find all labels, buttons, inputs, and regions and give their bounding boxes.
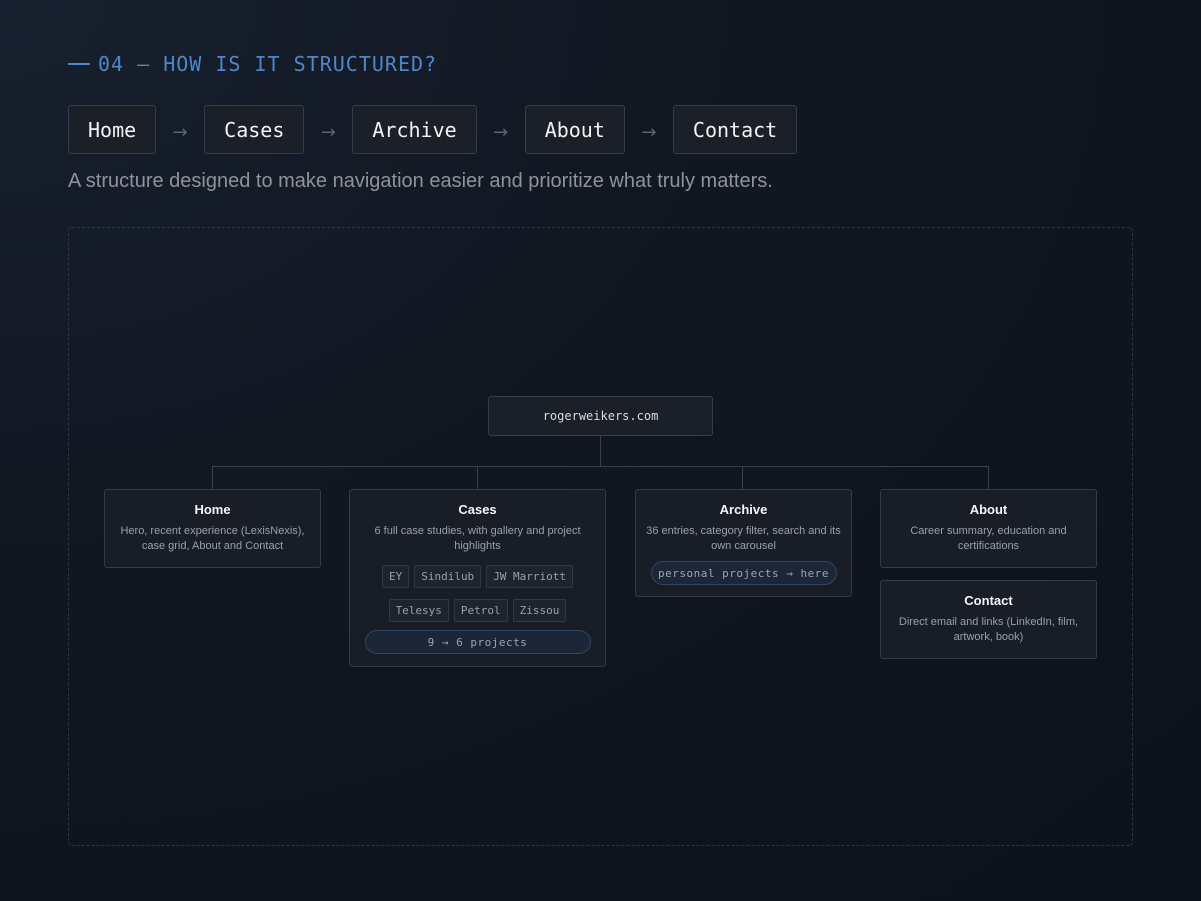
- case-tag: JW Marriott: [486, 565, 574, 588]
- case-tag: Petrol: [453, 599, 508, 622]
- sitemap-node-archive: Archive 36 entries, category filter, sea…: [635, 489, 852, 597]
- node-title: Cases: [458, 502, 497, 517]
- case-tags-row: EY Sindilub JW Marriott: [350, 565, 605, 588]
- section-subtitle: A structure designed to make navigation …: [68, 170, 773, 192]
- node-description: 36 entries, category filter, search and …: [646, 525, 841, 552]
- sitemap-node-home: Home Hero, recent experience (LexisNexis…: [104, 489, 321, 568]
- nav-flow-item-about: About: [524, 105, 625, 154]
- case-tags-row: Telesys Petrol Zissou: [350, 599, 605, 622]
- nav-flow-arrow-icon: →: [493, 122, 509, 143]
- section-eyebrow-text: 04 — HOW IS IT STRUCTURED?: [98, 52, 438, 76]
- connector-about: [988, 466, 989, 490]
- nav-flow: Home → Cases → Archive → About → Contact: [68, 105, 798, 154]
- section-eyebrow: 04 — HOW IS IT STRUCTURED?: [68, 52, 437, 76]
- nav-flow-item-contact: Contact: [672, 105, 798, 154]
- cases-count-pill: 9 → 6 projects: [364, 630, 591, 654]
- eyebrow-dash: [68, 63, 90, 65]
- case-tag: Zissou: [512, 599, 567, 622]
- node-description: 6 full case studies, with gallery and pr…: [374, 525, 581, 552]
- node-title: Archive: [719, 502, 768, 517]
- node-title: About: [969, 502, 1008, 517]
- node-description: Hero, recent experience (LexisNexis), ca…: [120, 525, 305, 552]
- case-tag: Sindilub: [414, 565, 482, 588]
- connector-root-stem: [600, 436, 601, 467]
- sitemap-node-contact: Contact Direct email and links (LinkedIn…: [880, 580, 1097, 659]
- connector-horizontal: [212, 466, 989, 467]
- nav-flow-item-archive: Archive: [352, 105, 477, 154]
- node-title: Contact: [964, 593, 1013, 608]
- sitemap-node-cases: Cases 6 full case studies, with gallery …: [349, 489, 606, 667]
- connector-cases: [477, 466, 478, 490]
- sitemap-root-node: rogerweikers.com: [488, 396, 713, 436]
- nav-flow-arrow-icon: →: [172, 122, 188, 143]
- case-tag: EY: [381, 565, 410, 588]
- nav-flow-arrow-icon: →: [641, 122, 657, 143]
- node-description: Direct email and links (LinkedIn, film, …: [898, 616, 1079, 643]
- archive-note-pill: personal projects → here: [650, 561, 837, 585]
- node-description: Career summary, education and certificat…: [910, 525, 1067, 552]
- connector-home: [212, 466, 213, 490]
- sitemap-node-about: About Career summary, education and cert…: [880, 489, 1097, 568]
- connector-archive: [742, 466, 743, 490]
- nav-flow-item-home: Home: [68, 105, 157, 154]
- nav-flow-arrow-icon: →: [320, 122, 336, 143]
- node-title: Home: [194, 502, 231, 517]
- case-tag: Telesys: [388, 599, 449, 622]
- nav-flow-item-cases: Cases: [204, 105, 305, 154]
